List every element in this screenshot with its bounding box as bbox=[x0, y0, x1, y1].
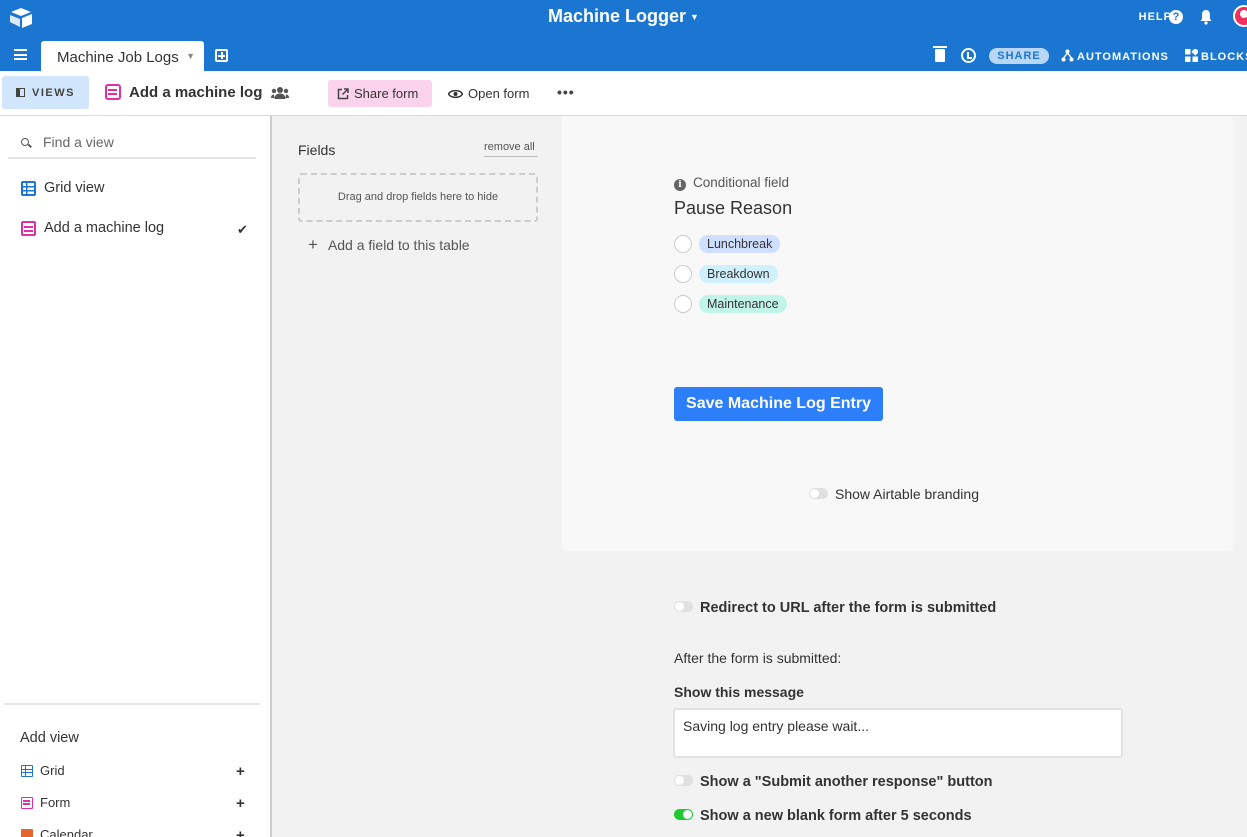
automations-icon bbox=[1061, 49, 1074, 62]
search-input[interactable] bbox=[43, 132, 243, 152]
form-view-icon bbox=[21, 221, 36, 236]
grid-view-icon bbox=[21, 765, 33, 777]
open-form-button[interactable]: Open form bbox=[448, 86, 529, 101]
blocks-button[interactable]: BLOCKS bbox=[1185, 49, 1247, 63]
add-view-label: Grid bbox=[40, 763, 65, 778]
eye-icon bbox=[448, 89, 463, 99]
add-view-label: Calendar bbox=[40, 827, 93, 837]
chevron-down-icon: ▼ bbox=[690, 12, 699, 23]
share-button[interactable]: SHARE bbox=[989, 48, 1049, 64]
base-title-text: Machine Logger bbox=[548, 6, 687, 26]
toggle-switch-on[interactable] bbox=[674, 809, 693, 820]
calendar-view-icon bbox=[21, 829, 33, 837]
views-sidebar: Grid view Add a machine log ✔ Add view G… bbox=[0, 116, 272, 837]
add-view-form[interactable]: Form + bbox=[0, 792, 270, 814]
plus-icon[interactable]: + bbox=[236, 795, 245, 812]
bell-icon[interactable] bbox=[1198, 9, 1214, 25]
option-chip: Lunchbreak bbox=[699, 235, 781, 253]
base-title[interactable]: Machine Logger ▼ bbox=[0, 6, 1247, 27]
airtable-branding-toggle[interactable]: Show Airtable branding bbox=[809, 486, 979, 502]
view-bar: VIEWS Add a machine log Share form Open … bbox=[0, 71, 1247, 116]
hamburger-menu-icon[interactable] bbox=[14, 49, 27, 60]
current-view-name[interactable]: Add a machine log bbox=[129, 84, 262, 101]
tab-machine-job-logs[interactable]: Machine Job Logs ▼ bbox=[41, 41, 204, 71]
form-view-icon bbox=[21, 797, 33, 809]
after-submit-label: After the form is submitted: bbox=[674, 650, 842, 666]
submit-message-input[interactable] bbox=[673, 708, 1123, 758]
help-icon[interactable]: ? bbox=[1169, 10, 1183, 24]
submit-another-label: Show a "Submit another response" button bbox=[700, 774, 993, 790]
submit-button[interactable]: Save Machine Log Entry bbox=[674, 387, 883, 421]
submit-another-toggle[interactable]: Show a "Submit another response" button bbox=[674, 774, 993, 790]
new-blank-form-toggle[interactable]: Show a new blank form after 5 seconds bbox=[674, 808, 972, 824]
option-chip: Breakdown bbox=[699, 265, 778, 283]
search-icon bbox=[21, 138, 29, 146]
trash-icon[interactable] bbox=[933, 46, 947, 62]
hidden-fields-drop-zone[interactable]: Drag and drop fields here to hide bbox=[298, 173, 538, 222]
add-view-label: Form bbox=[40, 795, 71, 810]
history-icon[interactable] bbox=[961, 48, 976, 63]
sidebar-divider bbox=[4, 703, 260, 705]
plus-icon[interactable]: + bbox=[236, 827, 245, 837]
automations-button[interactable]: AUTOMATIONS bbox=[1061, 49, 1169, 63]
field-title-pause-reason[interactable]: Pause Reason bbox=[674, 198, 792, 219]
sidebar-item-add-a-machine-log[interactable]: Add a machine log ✔ bbox=[0, 210, 270, 246]
help-link[interactable]: HELP bbox=[1139, 11, 1172, 23]
show-message-label: Show this message bbox=[674, 684, 804, 700]
radio-button[interactable] bbox=[674, 235, 692, 253]
redirect-url-toggle[interactable]: Redirect to URL after the form is submit… bbox=[674, 600, 996, 616]
blocks-label: BLOCKS bbox=[1201, 51, 1247, 63]
view-search bbox=[8, 126, 256, 159]
radio-button[interactable] bbox=[674, 295, 692, 313]
plus-icon[interactable]: + bbox=[236, 763, 245, 780]
add-view-title: Add view bbox=[20, 730, 79, 746]
share-form-button[interactable]: Share form bbox=[328, 80, 432, 107]
top-bar: Machine Logger ▼ HELP ? Machine Job Logs … bbox=[0, 0, 1247, 71]
toggle-switch[interactable] bbox=[809, 488, 828, 499]
fields-panel-title: Fields bbox=[298, 142, 336, 158]
sidebar-item-label: Grid view bbox=[44, 180, 105, 196]
views-toggle-button[interactable]: VIEWS bbox=[2, 76, 89, 109]
sidebar-item-label: Add a machine log bbox=[44, 220, 165, 236]
table-tab-label: Machine Job Logs bbox=[57, 49, 179, 66]
sidebar-panel-icon bbox=[16, 88, 25, 97]
toggle-switch[interactable] bbox=[674, 775, 693, 786]
toggle-switch[interactable] bbox=[674, 601, 693, 612]
automations-label: AUTOMATIONS bbox=[1077, 51, 1169, 63]
form-view-icon bbox=[105, 84, 121, 100]
add-field-label: Add a field to this table bbox=[327, 237, 470, 253]
external-link-icon bbox=[337, 88, 349, 100]
collaborators-icon[interactable] bbox=[271, 86, 289, 100]
grid-view-icon bbox=[21, 181, 36, 196]
checkmark-icon: ✔ bbox=[237, 222, 248, 237]
add-field-button[interactable]: + Add a field to this table bbox=[308, 235, 470, 255]
radio-button[interactable] bbox=[674, 265, 692, 283]
sidebar-item-grid-view[interactable]: Grid view bbox=[0, 170, 270, 206]
conditional-label-text: Conditional field bbox=[693, 175, 790, 190]
chevron-down-icon[interactable]: ▼ bbox=[186, 51, 195, 61]
more-options-icon[interactable]: ••• bbox=[557, 84, 575, 100]
add-table-icon[interactable] bbox=[215, 49, 228, 62]
share-form-label: Share form bbox=[354, 86, 419, 101]
conditional-field-label: i Conditional field bbox=[674, 175, 789, 191]
remove-all-link[interactable]: remove all bbox=[484, 141, 538, 157]
blocks-icon bbox=[1185, 49, 1198, 62]
plus-icon: + bbox=[308, 235, 318, 254]
info-icon: i bbox=[674, 179, 686, 191]
open-form-label: Open form bbox=[468, 86, 530, 101]
redirect-label: Redirect to URL after the form is submit… bbox=[700, 600, 997, 616]
views-label: VIEWS bbox=[32, 87, 75, 99]
branding-label: Show Airtable branding bbox=[835, 486, 979, 502]
new-blank-label: Show a new blank form after 5 seconds bbox=[700, 808, 972, 824]
add-view-grid[interactable]: Grid + bbox=[0, 760, 270, 782]
add-view-calendar[interactable]: Calendar + bbox=[0, 824, 270, 837]
option-chip: Maintenance bbox=[699, 295, 787, 313]
